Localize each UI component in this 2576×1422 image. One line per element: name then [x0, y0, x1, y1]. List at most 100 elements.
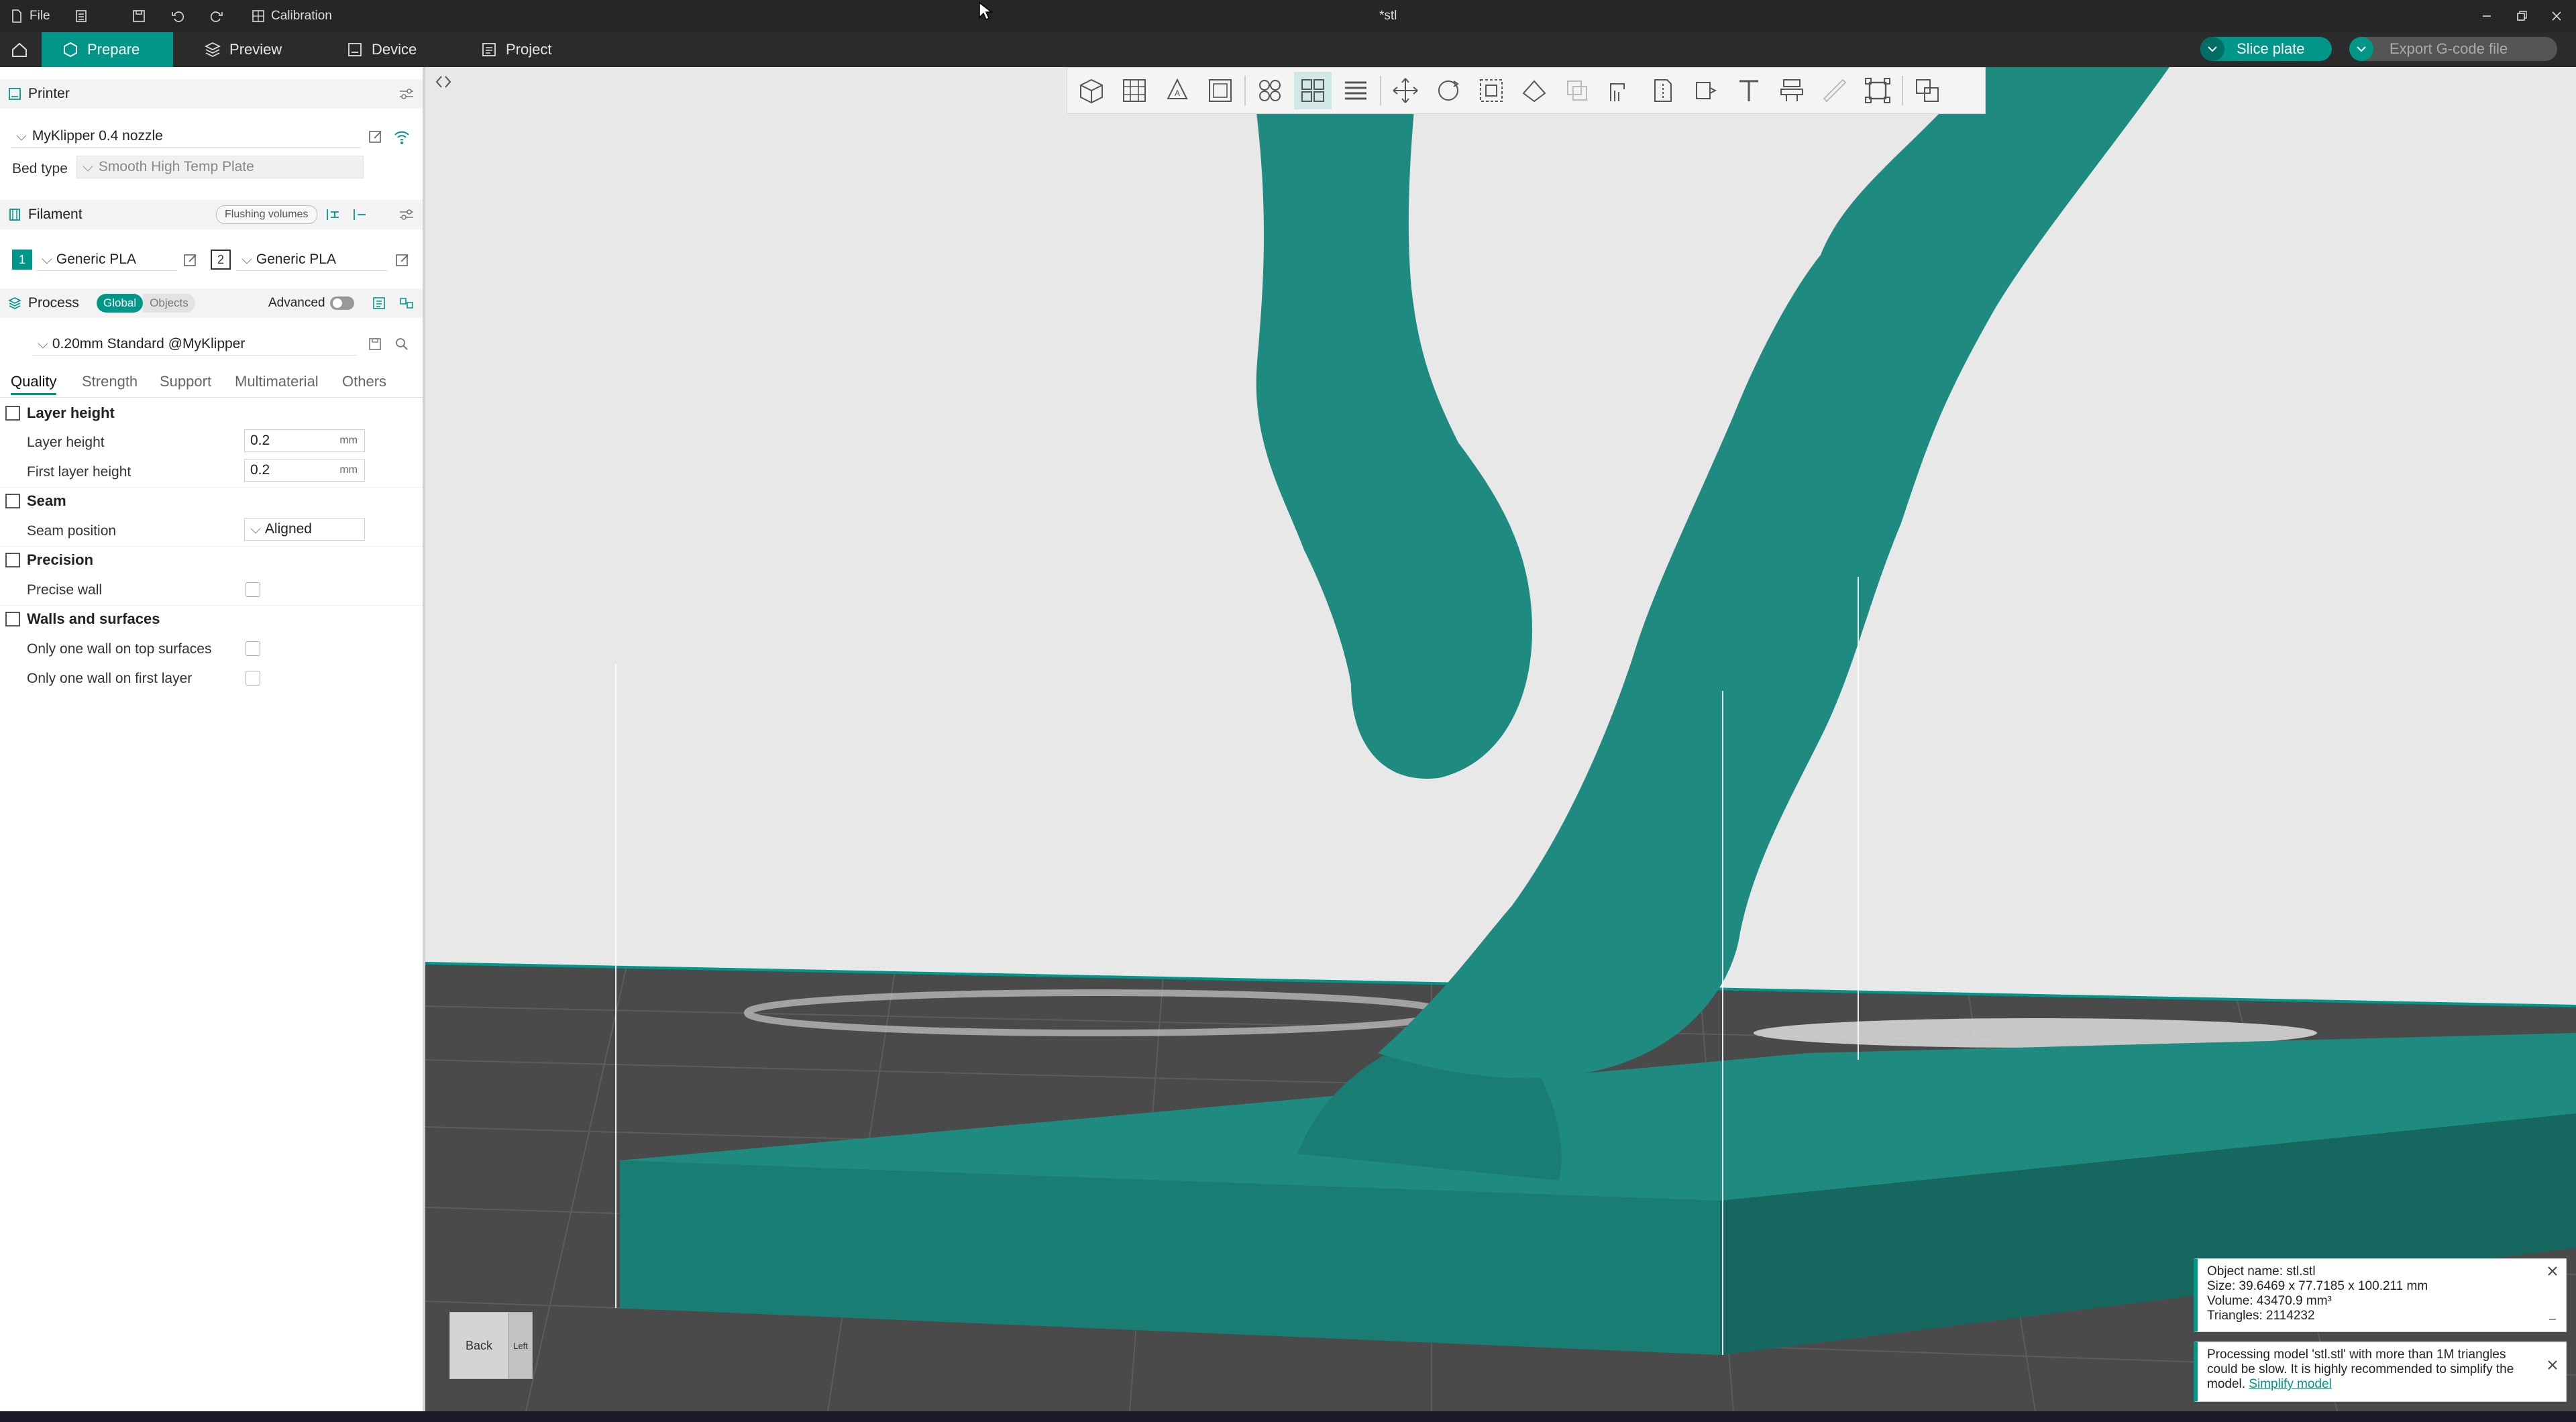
fuzzy-skin-button[interactable]: [1687, 72, 1725, 109]
close-icon[interactable]: [2546, 1358, 2559, 1372]
slice-plate-button[interactable]: Slice plate: [2200, 37, 2332, 61]
split-parts-button[interactable]: [1294, 72, 1332, 109]
undo-button[interactable]: [170, 0, 185, 32]
measure-button[interactable]: [1816, 72, 1854, 109]
save-preset-icon[interactable]: [368, 337, 382, 351]
flushing-volumes-button[interactable]: Flushing volumes: [216, 205, 317, 224]
chevron-down-icon: ⌵: [83, 159, 93, 174]
search-icon[interactable]: [394, 337, 409, 351]
collapse-icon[interactable]: [2547, 1314, 2558, 1325]
brim-ears-button[interactable]: [1859, 72, 1896, 109]
slice-dropdown-icon[interactable]: [2200, 37, 2224, 61]
view-cube-left-face[interactable]: Left: [508, 1312, 533, 1379]
collapse-sidebar-icon[interactable]: [433, 72, 453, 91]
arrange-button[interactable]: [1201, 72, 1239, 109]
one-wall-first-checkbox[interactable]: [246, 671, 260, 686]
seam-painting-button[interactable]: [1644, 72, 1682, 109]
text-button[interactable]: [1730, 72, 1768, 109]
precise-wall-checkbox[interactable]: [246, 582, 260, 597]
advanced-toggle[interactable]: [330, 296, 354, 310]
home-button[interactable]: [0, 32, 39, 67]
filament-name-2: Generic PLA: [256, 251, 336, 267]
scale-button[interactable]: [1472, 72, 1510, 109]
filament-select-2[interactable]: ⌵ Generic PLA: [236, 248, 388, 271]
seam-position-select[interactable]: ⌵ Aligned: [244, 518, 365, 541]
edit-filament-icon[interactable]: [394, 252, 411, 268]
view-cube-back-face[interactable]: Back: [449, 1312, 508, 1379]
mesh-boolean-button[interactable]: [1909, 72, 1946, 109]
objects-option[interactable]: Objects: [143, 294, 195, 313]
add-plate-button[interactable]: [1116, 72, 1153, 109]
redo-button[interactable]: [209, 0, 224, 32]
tab-strength[interactable]: Strength: [82, 373, 138, 390]
mesh-boolean-icon: [1916, 79, 1939, 102]
add-object-button[interactable]: [1073, 72, 1110, 109]
auto-orient-button[interactable]: A: [1159, 72, 1196, 109]
support-painting-button[interactable]: [1601, 72, 1639, 109]
filament-settings-icon[interactable]: [398, 208, 415, 221]
tab-project[interactable]: Project: [460, 32, 572, 67]
calibration-menu[interactable]: Calibration: [251, 0, 332, 32]
filament-select-1[interactable]: ⌵ Generic PLA: [36, 248, 177, 271]
process-preset-select[interactable]: ⌵ 0.20mm Standard @MyKlipper: [32, 333, 357, 356]
simplify-model-link[interactable]: Simplify model: [2249, 1377, 2332, 1391]
filament-name-1: Generic PLA: [56, 251, 136, 267]
process-subtabs: Quality Strength Support Multimaterial O…: [0, 370, 423, 398]
export-dropdown-icon[interactable]: [2349, 37, 2373, 61]
layer-height-input[interactable]: 0.2 mm: [244, 429, 365, 452]
text-icon: [1739, 80, 1758, 101]
tab-multimaterial[interactable]: Multimaterial: [235, 373, 319, 390]
object-name: Object name: stl.stl: [2207, 1264, 2316, 1278]
scene-render[interactable]: [425, 67, 2576, 1411]
export-gcode-button[interactable]: Export G-code file: [2349, 37, 2557, 61]
bed-type-select[interactable]: ⌵ Smooth High Temp Plate: [76, 156, 364, 178]
assembly-button[interactable]: [1773, 72, 1811, 109]
close-icon[interactable]: [2546, 1264, 2559, 1278]
home-icon: [12, 42, 27, 57]
cut-icon: [1567, 80, 1587, 101]
process-settings-icon[interactable]: [398, 296, 415, 311]
edit-printer-icon[interactable]: [368, 129, 384, 145]
file-menu[interactable]: File: [9, 0, 50, 32]
first-layer-height-input[interactable]: 0.2 mm: [244, 459, 365, 482]
move-button[interactable]: [1387, 72, 1424, 109]
bed-type-value: Smooth High Temp Plate: [98, 159, 254, 174]
filament-slot-number[interactable]: 2: [211, 250, 231, 270]
tab-support[interactable]: Support: [160, 373, 211, 390]
warning-notification: Processing model 'stl.stl' with more tha…: [2194, 1342, 2567, 1402]
split-objects-button[interactable]: [1251, 72, 1289, 109]
layers-editing-button[interactable]: [1337, 72, 1375, 109]
tab-prepare[interactable]: Prepare: [42, 32, 173, 67]
3d-viewport[interactable]: Back Left: [425, 67, 2576, 1411]
cut-button[interactable]: [1558, 72, 1596, 109]
printer-settings-icon[interactable]: [398, 87, 415, 101]
remove-filament-icon[interactable]: [352, 207, 368, 222]
tab-others[interactable]: Others: [342, 373, 386, 390]
wifi-icon[interactable]: [393, 129, 411, 145]
arrange-icon: [1209, 79, 1232, 102]
tab-preview[interactable]: Preview: [184, 32, 302, 67]
restore-button[interactable]: [2514, 0, 2529, 32]
minimize-button[interactable]: [2479, 0, 2494, 32]
lay-on-face-button[interactable]: [1515, 72, 1553, 109]
tab-quality[interactable]: Quality: [11, 373, 57, 395]
filament-slot-number[interactable]: 1: [12, 250, 32, 270]
process-scope-toggle[interactable]: Global Objects: [97, 294, 195, 313]
close-window-button[interactable]: [2549, 0, 2564, 32]
edit-filament-icon[interactable]: [182, 252, 199, 268]
compare-presets-icon[interactable]: [372, 296, 386, 311]
one-wall-top-checkbox[interactable]: [246, 641, 260, 656]
printer-select[interactable]: ⌵ MyKlipper 0.4 nozzle: [11, 125, 361, 148]
tab-device[interactable]: Device: [326, 32, 437, 67]
precision-icon: [5, 553, 20, 567]
rotate-button[interactable]: [1430, 72, 1467, 109]
global-option[interactable]: Global: [97, 294, 144, 313]
menu-button[interactable]: [74, 0, 89, 32]
view-cube[interactable]: Back Left: [449, 1312, 533, 1379]
add-filament-icon[interactable]: [325, 207, 341, 222]
close-icon: [2552, 11, 2561, 21]
layer-height-label: Layer height: [27, 435, 105, 450]
assembly-icon: [1780, 79, 1803, 101]
save-button[interactable]: [131, 0, 146, 32]
tab-device-label: Device: [372, 41, 417, 58]
